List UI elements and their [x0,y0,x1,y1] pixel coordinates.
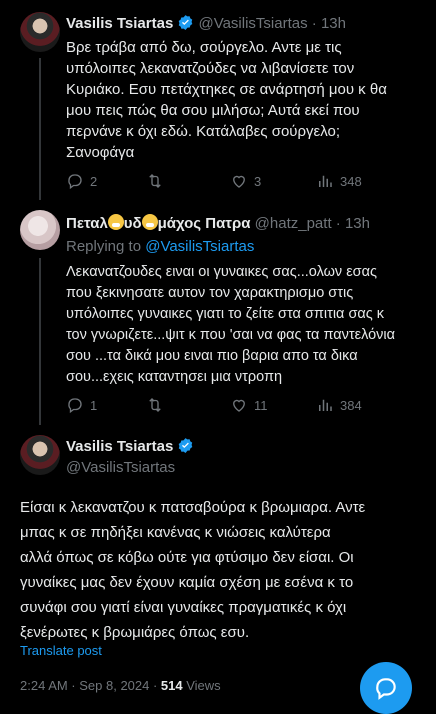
replying-to-link[interactable]: @VasilisTsiartas [145,238,254,255]
like-count: 11 [254,397,268,413]
text-line: υπόλοιπες λεκανατζούδες να λιβανίσετε το… [66,60,355,77]
compose-fab-button[interactable] [360,662,412,714]
repost-button[interactable] [146,396,164,414]
author-handle[interactable]: @hatz_patt [255,215,332,232]
text-line: μου πεις πώς θα σου μιλήσω; Αυτά εκεί πο… [66,102,360,119]
reply-button[interactable]: 1 [66,396,97,414]
tweet-text: Βρε τράβα από δω, σούργελο. Αντε με τις … [66,37,426,163]
repost-button[interactable] [146,172,164,190]
views-button[interactable]: 384 [316,396,362,414]
reply-count: 1 [90,397,98,413]
translate-link[interactable]: Translate post [20,643,102,658]
post-meta: 2:24 AM · Sep 8, 2024 · 514 Views [20,678,221,693]
tweet-2[interactable]: Πεταλ υδ μάχος Πατρα @hatz_patt · 13h Repl… [0,200,436,425]
verified-badge-icon [177,437,194,458]
views-count: 348 [340,173,362,189]
timestamp[interactable]: 13h [321,15,346,32]
separator-dot: · [335,215,341,232]
avatar[interactable] [20,435,60,475]
views-button[interactable]: 348 [316,172,362,190]
text-line: που ξεκινησατε αυτον τον χαρακτηρισμο στ… [66,285,354,301]
text-line: σου ...τα δικά μου ειναι πιο βαρια απο τ… [66,348,358,364]
heart-icon [233,175,245,188]
text-line: σου...εχεις καταντησει μια ντροπη [66,369,283,385]
text-line: ξενέρωτες κ βρωμιάρες όπως εσυ. [20,624,250,641]
tweet-3-main: Vasilis Tsiartas @VasilisTsiartas Είσαι … [0,425,436,700]
post-timestamp[interactable]: 2:24 AM · Sep 8, 2024 · [20,678,161,693]
tweet-header: Vasilis Tsiartas @VasilisTsiartas · 13h [66,14,346,35]
name-part: υδ [123,215,142,232]
post-views-count: 514 [160,678,183,693]
repost-icon [149,174,161,188]
thread-line [39,58,41,200]
tweet-text: Είσαι κ λεκανατζου κ πατσαβούρα κ βρωμια… [20,495,430,645]
author-name[interactable]: Vasilis Tsiartas [66,15,173,32]
like-button[interactable]: 11 [230,396,268,414]
text-line: τον γνωριζετε...ψιτ κ που 'σαι να φας τα… [66,327,396,343]
tweet-header: Vasilis Tsiartas [66,437,194,458]
repost-icon [149,398,161,412]
thread-line [39,258,41,425]
author-handle[interactable]: @VasilisTsiartas [66,459,175,476]
text-line: γυναίκες μας δεν έχουν καμία σχέση με εσ… [20,574,354,591]
reply-count: 2 [90,173,98,189]
tweet-text: Λεκανατζουδες ειναι οι γυναικες σας...ολ… [66,262,431,388]
replying-to-label: Replying to [66,238,146,255]
text-line: Σανοφάγα [66,144,135,161]
like-button[interactable]: 3 [230,172,261,190]
text-line: αλλά όπως σε κόβω ούτε για φτύσιμο δεν ε… [20,549,354,566]
grimace-emoji-icon [141,214,158,230]
timestamp[interactable]: 13h [345,215,370,232]
name-part: Πεταλ [66,215,108,232]
views-count: 384 [340,397,362,413]
like-count: 3 [254,173,262,189]
separator-dot: · [311,15,317,32]
action-bar: 2 3 348 [66,172,416,192]
text-line: Είσαι κ λεκανατζου κ πατσαβούρα κ βρωμια… [20,499,366,516]
tweet-header: Πεταλ υδ μάχος Πατρα @hatz_patt · 13h [66,214,370,232]
name-part: μάχος Πατρα [157,215,251,232]
avatar[interactable] [20,12,60,52]
text-line: Βρε τράβα από δω, σούργελο. Αντε με τις [66,39,342,56]
author-name[interactable]: Πεταλ υδ μάχος Πατρα [66,214,251,232]
reply-icon [68,174,82,190]
author-name[interactable]: Vasilis Tsiartas [66,438,173,455]
views-icon [319,399,332,411]
text-line: υπόλοιπες γυναικες γιατι το ζείτε στα σπ… [66,306,385,322]
replying-to: Replying to @VasilisTsiartas [66,238,254,255]
text-line: συνάφι σου γιατί είναι γυναίκες πραγματι… [20,599,347,616]
text-line: περνάνε κ όχι εδώ. Κατάλαβες σούργελο; [66,123,340,140]
action-bar: 1 11 384 [66,396,416,416]
text-line: Λεκανατζουδες ειναι οι γυναικες σας...ολ… [66,264,377,280]
reply-button[interactable]: 2 [66,172,97,190]
tweet-1[interactable]: Vasilis Tsiartas @VasilisTsiartas · 13h … [0,0,436,200]
author-handle[interactable]: @VasilisTsiartas [198,15,307,32]
avatar[interactable] [20,210,60,250]
chat-bubble-icon [376,678,396,700]
text-line: Κυριάκο. Εσυ πετάχτηκες σε ανάρτησή μου … [66,81,387,98]
verified-badge-icon [177,14,194,35]
views-icon [319,175,332,187]
reply-icon [68,398,82,414]
post-views-label: Views [182,678,221,693]
heart-icon [233,399,245,412]
text-line: μπας κ σε πηδήξει κανένας κ νιώσεις καλύ… [20,524,331,541]
grimace-emoji-icon [107,214,124,230]
